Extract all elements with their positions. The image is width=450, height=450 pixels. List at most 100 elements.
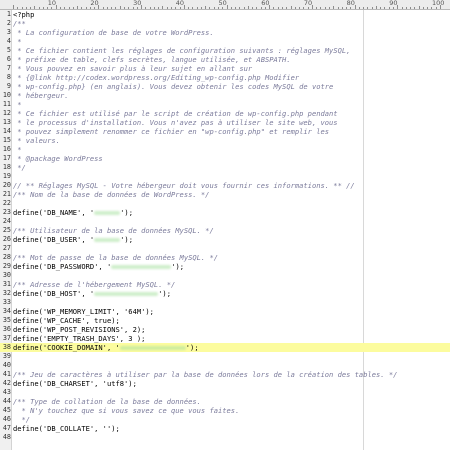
ruler-tick	[264, 7, 266, 9]
code-line[interactable]: 46 */	[0, 415, 450, 424]
line-number: 30	[2, 271, 11, 279]
code-line[interactable]: 15 * valeurs.	[0, 136, 450, 145]
code-line[interactable]: 10 * hébergeur.	[0, 91, 450, 100]
code-line[interactable]: 34 define('WP_MEMORY_LIMIT', '64M');	[0, 307, 450, 316]
code-line[interactable]: 12 * Ce fichier est utilisé par le scrip…	[0, 109, 450, 118]
ruler-tick	[435, 7, 437, 9]
ruler-tick	[235, 7, 237, 9]
ruler-tick	[217, 7, 219, 9]
current-line[interactable]: 38 define('COOKIE_DOMAIN', ' ');	[0, 343, 450, 352]
ruler-tick	[243, 7, 245, 9]
ruler-tick	[85, 7, 87, 9]
ruler-tick	[13, 5, 14, 9]
code-line[interactable]: 48	[0, 433, 450, 442]
code-line[interactable]: 40	[0, 361, 450, 370]
line-number: 31	[2, 280, 11, 288]
code-line[interactable]: 11 *	[0, 100, 450, 109]
code-line[interactable]: 44/** Type de collation de la base de do…	[0, 397, 450, 406]
code-line[interactable]: 7 * Vous pouvez en savoir plus à leur su…	[0, 64, 450, 73]
code-statement: define('DB_NAME', ' ');	[13, 208, 133, 217]
line-number: 37	[2, 334, 11, 342]
ruler-tick	[136, 7, 138, 9]
line-number: 40	[2, 361, 11, 369]
ruler-tick	[170, 7, 172, 9]
ruler-number: 90	[389, 0, 398, 7]
ruler-tick	[179, 7, 181, 9]
line-number: 11	[2, 100, 11, 108]
ruler-tick	[290, 6, 292, 9]
code-line[interactable]: 30	[0, 271, 450, 280]
code-line[interactable]: 36 define('WP_POST_REVISIONS', 2);	[0, 325, 450, 334]
code-line[interactable]: 16 *	[0, 145, 450, 154]
code-comment: */	[13, 415, 31, 424]
code-line[interactable]: 4 *	[0, 37, 450, 46]
code-line[interactable]: 43	[0, 388, 450, 397]
code-line[interactable]: 35 define('WP_CACHE', true);	[0, 316, 450, 325]
line-number: 38	[2, 343, 11, 351]
code-line[interactable]: 3 * La configuration de base de votre Wo…	[0, 28, 450, 37]
line-number: 2	[6, 19, 11, 27]
code-line[interactable]: 32 define('DB_HOST', ' ');	[0, 289, 450, 298]
ruler-tick	[239, 7, 241, 9]
ruler-tick	[68, 7, 70, 9]
code-comment: /** Jeu de caractères à utiliser par la …	[13, 370, 398, 379]
code-editor[interactable]: 10 20 30 40 50 60 70 80 90 100 1 <?php 2/** 3 * La c…	[0, 0, 450, 450]
line-number: 22	[2, 199, 11, 207]
code-line[interactable]: 26 define('DB_USER', ' ');	[0, 235, 450, 244]
ruler-tick	[286, 7, 288, 9]
line-number: 34	[2, 307, 11, 315]
code-line[interactable]: 31/** Adresse de l'hébergement MySQL. */	[0, 280, 450, 289]
ruler-tick	[247, 6, 249, 9]
code-line[interactable]: 39	[0, 352, 450, 361]
code-line[interactable]: 19	[0, 172, 450, 181]
code-statement: define('COOKIE_DOMAIN', ' ');	[13, 343, 199, 352]
ruler-tick	[277, 7, 279, 9]
code-line[interactable]: 24	[0, 217, 450, 226]
ruler-tick	[337, 7, 339, 9]
line-number: 8	[6, 73, 11, 81]
code-line[interactable]: 9 * wp-config.php} (en anglais). Vous de…	[0, 82, 450, 91]
code-statement: define('WP_CACHE', true);	[13, 316, 120, 325]
code-line[interactable]: 20// ** Réglages MySQL - Votre hébergeur…	[0, 181, 450, 190]
code-line[interactable]: 47 define('DB_COLLATE', '');	[0, 424, 450, 433]
code-line[interactable]: 41/** Jeu de caractères à utiliser par l…	[0, 370, 450, 379]
code-line[interactable]: 37 define('EMPTY_TRASH_DAYS', 3 );	[0, 334, 450, 343]
ruler-tick	[47, 7, 49, 9]
code-line[interactable]: 28/** Mot de passe de la base de données…	[0, 253, 450, 262]
code-line[interactable]: 8 * {@link http://codex.wordpress.org/Ed…	[0, 73, 450, 82]
define-suffix: ');	[185, 343, 199, 352]
ruler-tick	[51, 7, 53, 9]
code-line[interactable]: 27	[0, 244, 450, 253]
code-line[interactable]: 22	[0, 199, 450, 208]
ruler-tick	[196, 7, 198, 9]
code-line[interactable]: 5 * Ce fichier contient les réglages de …	[0, 46, 450, 55]
ruler-tick	[260, 7, 262, 9]
code-line[interactable]: 25/** Utilisateur de la base de données …	[0, 226, 450, 235]
line-number: 44	[2, 397, 11, 405]
code-line[interactable]: 23 define('DB_NAME', ' ');	[0, 208, 450, 217]
ruler-tick	[431, 7, 433, 9]
code-comment: /**	[13, 19, 26, 28]
line-number: 23	[2, 208, 11, 216]
code-line[interactable]: 2/**	[0, 19, 450, 28]
code-line[interactable]: 14 * pouvez simplement renommer ce fichi…	[0, 127, 450, 136]
code-line[interactable]: 13 * le processus d'installation. Vous n…	[0, 118, 450, 127]
code-line[interactable]: 42 define('DB_CHARSET', 'utf8');	[0, 379, 450, 388]
ruler-tick	[149, 7, 151, 9]
code-line[interactable]: 17 * @package WordPress	[0, 154, 450, 163]
line-number: 1	[6, 10, 11, 18]
code-line[interactable]: 45 * N'y touchez que si vous savez ce qu…	[0, 406, 450, 415]
code-line[interactable]: 21/** Nom de la base de données de WordP…	[0, 190, 450, 199]
line-number: 14	[2, 127, 11, 135]
code-line[interactable]: 33	[0, 298, 450, 307]
code-line[interactable]: 6 * préfixe de table, clefs secrètes, la…	[0, 55, 450, 64]
ruler-tick	[393, 7, 395, 9]
line-number: 20	[2, 181, 11, 189]
code-line[interactable]: 1 <?php	[0, 10, 450, 19]
ruler-number: 40	[175, 0, 185, 7]
define-suffix: ');	[120, 235, 133, 244]
line-number: 7	[6, 64, 11, 72]
code-line[interactable]: 18 */	[0, 163, 450, 172]
code-line[interactable]: 29 define('DB_PASSWORD', ' ');	[0, 262, 450, 271]
ruler-tick	[192, 7, 194, 9]
